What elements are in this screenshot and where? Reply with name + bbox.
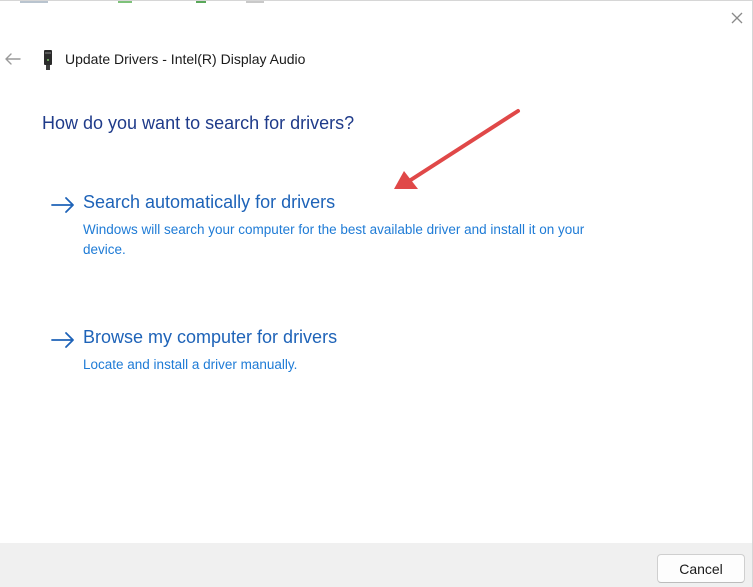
- search-automatically-description: Windows will search your computer for th…: [83, 222, 585, 257]
- search-automatically-option[interactable]: Search automatically for drivers Windows…: [48, 192, 628, 262]
- dialog-footer: Cancel: [0, 543, 752, 587]
- arrow-right-icon: [51, 332, 74, 348]
- window-title: Update Drivers - Intel(R) Display Audio: [65, 51, 306, 67]
- update-drivers-dialog: Update Drivers - Intel(R) Display Audio …: [0, 0, 753, 587]
- browse-computer-description: Locate and install a driver manually.: [83, 357, 298, 372]
- cancel-button[interactable]: Cancel: [657, 554, 745, 583]
- browse-computer-option[interactable]: Browse my computer for drivers Locate an…: [48, 327, 628, 377]
- device-icon: [44, 50, 52, 70]
- close-icon: [731, 12, 743, 24]
- browse-computer-title: Browse my computer for drivers: [83, 327, 338, 347]
- background-window-edge: [0, 1, 300, 4]
- close-button[interactable]: [726, 7, 748, 29]
- red-annotation-arrow: [394, 109, 520, 189]
- arrow-right-icon: [51, 197, 74, 213]
- page-heading: How do you want to search for drivers?: [42, 113, 355, 133]
- back-button[interactable]: [3, 50, 23, 68]
- search-automatically-title: Search automatically for drivers: [83, 192, 336, 212]
- back-arrow-icon: [5, 53, 21, 65]
